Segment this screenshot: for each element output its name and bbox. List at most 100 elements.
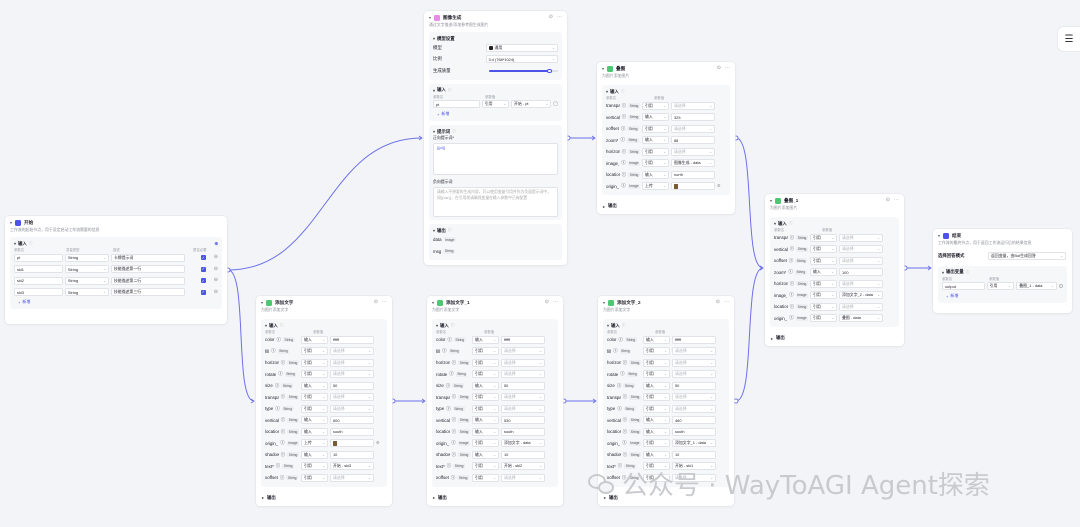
chevron-down-icon[interactable]: ▾ bbox=[432, 300, 434, 305]
value-select[interactable]: south bbox=[672, 427, 716, 436]
param-name-input[interactable]: ski1 bbox=[14, 265, 63, 274]
settings-icon[interactable]: ⚙ bbox=[717, 184, 721, 188]
type-select[interactable]: String ⌄ bbox=[64, 253, 109, 262]
mode-select[interactable]: 输入 ⌄ bbox=[301, 450, 328, 459]
chevron-down-icon[interactable]: ▾ bbox=[770, 198, 772, 203]
list-collapse-icon[interactable]: ☰ bbox=[1058, 27, 1080, 51]
mode-select[interactable]: 引用 ⌄ bbox=[810, 245, 837, 254]
more-icon[interactable]: ⋯ bbox=[557, 15, 562, 20]
value-select[interactable]: 88 bbox=[671, 136, 715, 145]
value-select[interactable]: 50 bbox=[501, 381, 545, 390]
end-node[interactable]: ▾ 结束 工作流的最终节点，用于返回工作流运行后的结果信息 选择回答模式 返回变… bbox=[933, 229, 1072, 313]
mode-select[interactable]: 引用 ⌄ bbox=[642, 159, 669, 168]
value-select[interactable]: 请选择 ⌄ bbox=[501, 393, 545, 402]
description-input[interactable]: 技能描述第三行 bbox=[110, 288, 186, 297]
ratio-select[interactable]: 3:4 (768*1024) ⌄ bbox=[485, 55, 558, 64]
delete-icon[interactable]: ⊖ bbox=[214, 255, 218, 260]
chevron-down-icon[interactable]: ▾ bbox=[938, 233, 940, 238]
value-select[interactable]: 请选择 ⌄ bbox=[671, 124, 715, 133]
more-icon[interactable]: ⋯ bbox=[724, 300, 729, 305]
mode-select[interactable]: 输入 ⌄ bbox=[643, 450, 670, 459]
play-icon[interactable]: ⊙ bbox=[717, 66, 721, 71]
negative-prompt-input[interactable]: 请输入不想要的生成内容，可以使用变量引用并作为负面提示词中，如{{var}}，在… bbox=[433, 187, 558, 217]
mode-select[interactable]: 引用 ⌄ bbox=[472, 358, 499, 367]
value-select[interactable]: north bbox=[671, 170, 715, 179]
value-select[interactable]: 开始 - ski2 ⌄ bbox=[501, 462, 545, 471]
value-select[interactable]: 50 bbox=[330, 381, 374, 390]
description-input[interactable]: 卡牌提示词 bbox=[110, 253, 186, 262]
mode-select[interactable]: 输入 ⌄ bbox=[472, 450, 499, 459]
param-name-input[interactable]: ski2 bbox=[14, 276, 63, 285]
chevron-down-icon[interactable]: ▾ bbox=[603, 300, 605, 305]
overlay-node[interactable]: ▾叠图⊙⋯为图片添加图片▾输入ⓘ参数名参数值transparen...ⓘStri… bbox=[597, 62, 735, 214]
add-icon[interactable]: ⊕ bbox=[214, 241, 218, 247]
add-text-node[interactable]: ▾ 添加文字 ⊙ ⋯ 为图片添加文字 ▾ 输入 ⓘ 参数名 参数值 color ⓘ String 输入 ⌄ f… bbox=[256, 296, 392, 506]
chevron-down-icon[interactable]: ▾ bbox=[774, 221, 776, 226]
delete-icon[interactable]: ▢ bbox=[553, 101, 558, 107]
value-select[interactable]: 600 bbox=[330, 416, 374, 425]
mode-select[interactable]: 输入 ⌄ bbox=[472, 427, 499, 436]
value-select[interactable]: 50 bbox=[672, 381, 716, 390]
more-icon[interactable]: ⋯ bbox=[382, 300, 387, 305]
required-checkbox[interactable]: ✓ bbox=[200, 255, 206, 261]
type-select[interactable]: String ⌄ bbox=[64, 265, 109, 274]
chevron-down-icon[interactable]: ▾ bbox=[429, 15, 431, 20]
value-select[interactable]: 请选择 ⌄ bbox=[501, 473, 545, 482]
more-icon[interactable]: ⋯ bbox=[725, 66, 730, 71]
output-section[interactable]: ▸ 输出 bbox=[765, 331, 904, 345]
connection-port[interactable] bbox=[733, 398, 739, 404]
param-name-input[interactable]: pt bbox=[14, 253, 63, 262]
value-select[interactable]: 请选择 ⌄ bbox=[672, 404, 716, 413]
value-select[interactable]: 请选择 ⌄ bbox=[330, 358, 374, 367]
mode-select[interactable]: 引用 ⌄ bbox=[986, 282, 1015, 291]
value-select[interactable]: 请选择 ⌄ bbox=[501, 404, 545, 413]
play-icon[interactable]: ⊙ bbox=[549, 15, 553, 20]
chevron-down-icon[interactable]: ▾ bbox=[10, 220, 12, 225]
output-section[interactable]: ▸ 输出 bbox=[597, 199, 735, 213]
mode-select[interactable]: 引用 ⌄ bbox=[643, 404, 670, 413]
value-select[interactable]: 请选择 ⌄ bbox=[330, 393, 374, 402]
value-select[interactable]: 325 bbox=[671, 113, 715, 122]
required-checkbox[interactable]: ✓ bbox=[200, 266, 206, 272]
value-select[interactable]: 请选择 ⌄ bbox=[671, 147, 715, 156]
chevron-down-icon[interactable]: ▾ bbox=[436, 323, 438, 328]
add-button[interactable]: + 新增 bbox=[14, 298, 218, 306]
quality-slider[interactable] bbox=[488, 68, 558, 73]
output-section[interactable]: ▸ 输出 bbox=[256, 491, 392, 505]
value-select[interactable]: 10 bbox=[501, 450, 545, 459]
value-select[interactable]: 请选择 ⌄ bbox=[672, 358, 716, 367]
value-select[interactable]: 添加文字_1 - data ⌄ bbox=[672, 439, 716, 448]
value-select[interactable]: 请选择 ⌄ bbox=[501, 358, 545, 367]
add-button[interactable]: + 新增 bbox=[433, 110, 558, 118]
mode-select[interactable]: 输入 ⌄ bbox=[472, 416, 499, 425]
mode-select[interactable]: 引用 ⌄ bbox=[301, 404, 328, 413]
type-select[interactable]: String ⌄ bbox=[64, 288, 109, 297]
value-select[interactable]: 请选择 ⌄ bbox=[330, 347, 374, 356]
value-select[interactable]: 请选择 ⌄ bbox=[330, 370, 374, 379]
mode-select[interactable]: 引用 ⌄ bbox=[472, 347, 499, 356]
mode-select[interactable]: 引用 ⌄ bbox=[643, 370, 670, 379]
required-checkbox[interactable]: ✓ bbox=[200, 289, 206, 295]
mode-select[interactable]: 引用 ⌄ bbox=[472, 462, 499, 471]
chevron-down-icon[interactable]: ▾ bbox=[602, 66, 604, 71]
value-select[interactable]: 请选择 ⌄ bbox=[330, 404, 374, 413]
mode-select[interactable]: 上传 ⌄ bbox=[301, 439, 328, 448]
value-select[interactable]: 图像生成 - data ⌄ bbox=[671, 159, 715, 168]
delete-icon[interactable]: ⊖ bbox=[214, 289, 218, 295]
mode-select[interactable]: 引用 ⌄ bbox=[810, 256, 837, 265]
chevron-down-icon[interactable]: ▾ bbox=[261, 300, 263, 305]
mode-select[interactable]: 引用 ⌄ bbox=[810, 291, 837, 300]
mode-select[interactable]: 输入 ⌄ bbox=[642, 170, 669, 179]
value-select[interactable]: 460 bbox=[672, 416, 716, 425]
mode-select[interactable]: 引用 ⌄ bbox=[810, 314, 837, 323]
play-icon[interactable]: ⊙ bbox=[545, 300, 549, 305]
mode-select[interactable]: 引用 ⌄ bbox=[643, 347, 670, 356]
value-select[interactable]: 530 bbox=[501, 416, 545, 425]
value-select[interactable]: south bbox=[330, 427, 374, 436]
mode-select[interactable]: 引用 ⌄ bbox=[301, 358, 328, 367]
mode-select[interactable]: 引用 ⌄ bbox=[810, 233, 837, 242]
remove-icon[interactable] bbox=[1059, 284, 1063, 289]
play-icon[interactable]: ⊙ bbox=[716, 300, 720, 305]
mode-select[interactable]: 引用 ⌄ bbox=[642, 124, 669, 133]
play-icon[interactable]: ⊙ bbox=[886, 198, 890, 203]
